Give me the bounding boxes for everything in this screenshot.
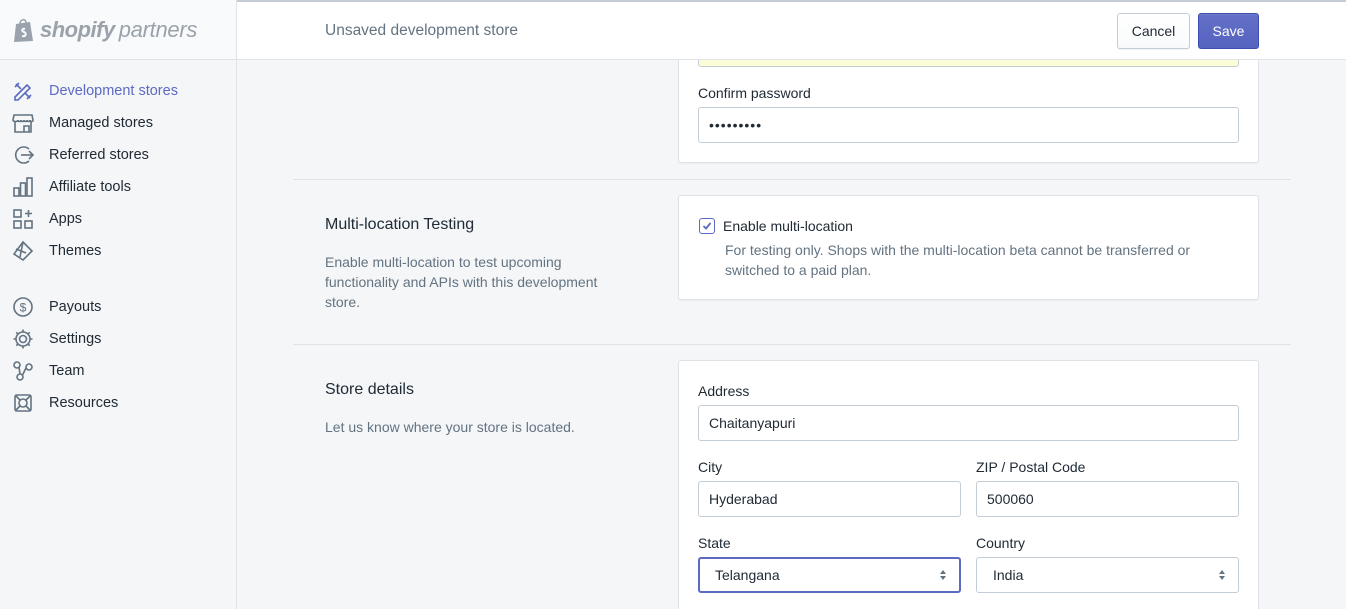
dollar-icon: $	[12, 296, 34, 318]
sidebar-item-themes[interactable]: Themes	[0, 235, 236, 267]
bar-chart-icon	[12, 176, 34, 198]
password-field[interactable]	[698, 60, 1239, 67]
apps-icon	[12, 208, 34, 230]
sidebar: shopify partners Development stores Mana…	[0, 0, 237, 609]
sidebar-item-development-stores[interactable]: Development stores	[0, 75, 236, 107]
gear-icon	[12, 328, 34, 350]
brand-suffix: partners	[118, 16, 198, 42]
multilocation-description: Enable multi-location to test upcoming f…	[325, 254, 598, 310]
multilocation-title: Multi-location Testing	[325, 216, 475, 233]
confirm-password-field[interactable]: •••••••••	[698, 107, 1239, 143]
country-label: Country	[976, 535, 1026, 551]
sidebar-item-label: Team	[49, 363, 85, 379]
city-field[interactable]: Hyderabad	[698, 481, 961, 517]
zip-field[interactable]: 500060	[976, 481, 1239, 517]
sidebar-item-label: Apps	[49, 211, 83, 227]
sidebar-nav: Development stores Managed stores Referr…	[0, 60, 236, 419]
enable-multilocation-label[interactable]: Enable multi-location	[723, 218, 853, 234]
resources-icon	[12, 392, 34, 414]
shopify-bag-icon	[14, 18, 33, 42]
address-label: Address	[698, 383, 750, 399]
storefront-icon	[12, 112, 34, 134]
referral-icon	[12, 144, 34, 166]
sidebar-item-label: Development stores	[49, 83, 178, 99]
svg-text:$: $	[20, 301, 27, 315]
select-arrows-icon	[940, 570, 946, 580]
sidebar-item-label: Themes	[49, 243, 102, 259]
save-button[interactable]: Save	[1198, 13, 1259, 49]
top-bar: Unsaved development store Cancel Save	[237, 0, 1346, 60]
multilocation-help-line1: For testing only. Shops with the multi-l…	[725, 242, 1191, 258]
sidebar-item-label: Payouts	[49, 299, 102, 315]
store-details-description: Let us know where your store is located.	[325, 419, 575, 435]
sidebar-item-resources[interactable]: Resources	[0, 387, 236, 419]
sidebar-item-referred-stores[interactable]: Referred stores	[0, 139, 236, 171]
select-arrows-icon	[1219, 570, 1225, 580]
sidebar-item-payouts[interactable]: $ Payouts	[0, 291, 236, 323]
nav-spacer	[0, 267, 236, 291]
page-title: Unsaved development store	[325, 22, 519, 39]
city-label: City	[698, 459, 723, 475]
section-divider	[293, 344, 1291, 345]
country-value: India	[993, 567, 1024, 583]
brand-name: shopify	[40, 16, 115, 42]
enable-multilocation-checkbox[interactable]	[699, 218, 715, 234]
sidebar-item-apps[interactable]: Apps	[0, 203, 236, 235]
sidebar-item-label: Affiliate tools	[49, 179, 131, 195]
multilocation-help-line2: switched to a paid plan.	[725, 262, 872, 278]
main-content: Confirm password ••••••••• Multi-locatio…	[237, 60, 1346, 609]
sidebar-item-affiliate-tools[interactable]: Affiliate tools	[0, 171, 236, 203]
sidebar-item-label: Referred stores	[49, 147, 149, 163]
state-label: State	[698, 535, 731, 551]
section-divider	[293, 179, 1291, 180]
sidebar-item-managed-stores[interactable]: Managed stores	[0, 107, 236, 139]
sidebar-item-team[interactable]: Team	[0, 355, 236, 387]
development-stores-icon	[12, 80, 34, 102]
store-details-title: Store details	[325, 381, 414, 398]
sidebar-item-label: Resources	[49, 395, 119, 411]
cancel-button[interactable]: Cancel	[1117, 13, 1190, 49]
checkmark-icon	[702, 222, 712, 230]
confirm-password-label: Confirm password	[698, 85, 811, 101]
team-icon	[12, 360, 34, 382]
themes-icon	[12, 240, 34, 262]
sidebar-item-label: Settings	[49, 331, 102, 347]
state-select[interactable]: Telangana	[698, 557, 961, 593]
sidebar-item-settings[interactable]: Settings	[0, 323, 236, 355]
zip-label: ZIP / Postal Code	[976, 459, 1086, 475]
country-select[interactable]: India	[976, 557, 1239, 593]
sidebar-item-label: Managed stores	[49, 115, 153, 131]
shopify-partners-logo[interactable]: shopify partners	[0, 0, 236, 60]
state-value: Telangana	[715, 567, 780, 583]
address-field[interactable]: Chaitanyapuri	[698, 405, 1239, 441]
